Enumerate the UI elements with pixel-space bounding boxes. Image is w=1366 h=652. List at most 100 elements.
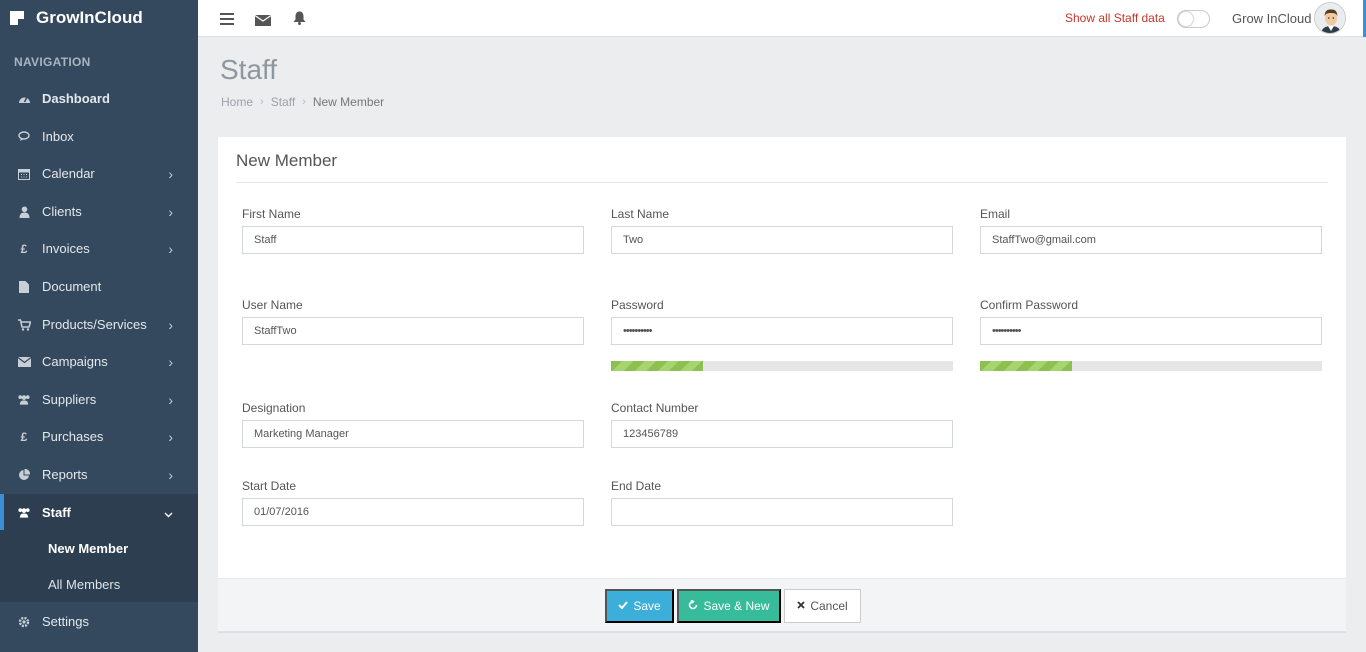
chevron-right-icon: › (168, 353, 173, 370)
user-name[interactable]: Grow InCloud (1232, 11, 1311, 26)
save-button-label: Save (633, 599, 661, 613)
chat-icon (17, 130, 31, 144)
bell-icon[interactable] (293, 11, 306, 30)
cancel-button[interactable]: Cancel (784, 589, 861, 623)
breadcrumb-staff[interactable]: Staff (271, 95, 295, 109)
sidebar: GrowInCloud NAVIGATION Dashboard Inbox C… (0, 0, 198, 652)
chevron-right-icon: › (168, 240, 173, 257)
password-field[interactable]: •••••••••• (611, 317, 953, 345)
sidebar-item-label: Purchases (42, 429, 104, 444)
end-date-label: End Date (611, 479, 662, 493)
sidebar-item-inbox[interactable]: Inbox (0, 118, 198, 155)
pie-chart-icon (17, 468, 31, 482)
breadcrumb: Home › Staff › New Member (221, 95, 384, 109)
start-date-label: Start Date (242, 479, 297, 493)
toggle-knob (1179, 12, 1193, 26)
email-label: Email (980, 207, 1011, 221)
menu-icon[interactable] (220, 12, 234, 30)
sidebar-subitem-all-members[interactable]: All Members (0, 566, 198, 602)
first-name-field[interactable]: Staff (242, 226, 584, 254)
sidebar-item-calendar[interactable]: Calendar › (0, 155, 198, 192)
pound-icon: £ (20, 241, 28, 256)
sidebar-item-label: Suppliers (42, 392, 97, 407)
save-button[interactable]: Save (605, 589, 674, 623)
confirm-password-strength-fill (980, 361, 1073, 371)
chevron-down-icon (164, 505, 173, 521)
form-actions: Save Save & New Cancel (218, 578, 1346, 631)
chevron-right-icon: › (168, 428, 173, 445)
dashboard-icon (17, 92, 31, 106)
sidebar-item-staff[interactable]: Staff (0, 494, 198, 531)
user-name-field[interactable]: StaffTwo (242, 317, 584, 345)
users-icon (17, 506, 31, 520)
first-name-label: First Name (242, 207, 301, 221)
card-title: New Member (236, 151, 338, 170)
confirm-password-label: Confirm Password (980, 298, 1079, 312)
sidebar-subitem-new-member[interactable]: New Member (0, 530, 198, 566)
sidebar-item-suppliers[interactable]: Suppliers › (0, 381, 198, 418)
sidebar-item-clients[interactable]: Clients › (0, 193, 198, 230)
user-icon (17, 205, 31, 219)
sidebar-item-settings[interactable]: Settings (0, 603, 198, 640)
users-icon (17, 393, 31, 407)
email-field[interactable]: StaffTwo@gmail.com (980, 226, 1322, 254)
contact-number-field[interactable]: 123456789 (611, 420, 953, 448)
designation-field[interactable]: Marketing Manager (242, 420, 584, 448)
sidebar-item-label: Document (42, 279, 102, 294)
avatar[interactable] (1314, 2, 1346, 34)
topbar: Show all Staff data Grow InCloud (198, 0, 1366, 37)
check-icon (618, 600, 629, 612)
sidebar-item-invoices[interactable]: £ Invoices › (0, 230, 198, 267)
chevron-right-icon: › (168, 203, 173, 220)
end-date-field[interactable] (611, 498, 953, 526)
envelope-icon[interactable] (254, 13, 272, 31)
user-name-label: User Name (242, 298, 303, 312)
confirm-password-field[interactable]: •••••••••• (980, 317, 1322, 345)
start-date-field[interactable]: 01/07/2016 (242, 498, 584, 526)
document-icon (17, 280, 31, 294)
sidebar-item-label: Campaigns (42, 354, 108, 369)
breadcrumb-home[interactable]: Home (221, 95, 253, 109)
cancel-button-label: Cancel (810, 599, 848, 613)
sidebar-item-label: Clients (42, 204, 82, 219)
chevron-right-icon: › (168, 316, 173, 333)
save-and-new-button[interactable]: Save & New (677, 589, 781, 623)
password-strength-meter (611, 361, 953, 371)
last-name-label: Last Name (611, 207, 670, 221)
sidebar-item-label: Inbox (42, 129, 74, 144)
gear-icon (17, 615, 31, 629)
pound-icon: £ (20, 429, 28, 444)
brand-name: GrowInCloud (36, 8, 143, 27)
brand-logo-icon (10, 11, 24, 25)
sidebar-item-purchases[interactable]: £ Purchases › (0, 418, 198, 455)
brand[interactable]: GrowInCloud (0, 0, 198, 36)
chevron-right-icon: › (168, 165, 173, 182)
refresh-icon (688, 598, 698, 613)
sidebar-item-label: Staff (42, 505, 71, 520)
save-and-new-button-label: Save & New (703, 599, 770, 613)
staff-submenu: New Member All Members (0, 530, 198, 602)
chevron-right-icon: › (168, 391, 173, 408)
sidebar-item-reports[interactable]: Reports › (0, 456, 198, 493)
sidebar-item-products-services[interactable]: Products/Services › (0, 306, 198, 343)
sidebar-item-document[interactable]: Document (0, 268, 198, 305)
cart-icon (17, 318, 31, 332)
card-divider (236, 182, 1328, 183)
last-name-field[interactable]: Two (611, 226, 953, 254)
password-strength-fill (611, 361, 704, 371)
sidebar-item-label: Invoices (42, 241, 90, 256)
confirm-password-strength-meter (980, 361, 1322, 371)
sidebar-item-dashboard[interactable]: Dashboard (0, 80, 198, 117)
sidebar-item-label: Reports (42, 467, 88, 482)
close-icon (797, 600, 805, 612)
sidebar-item-label: Settings (42, 614, 89, 629)
sidebar-item-label: Products/Services (42, 317, 147, 332)
new-member-card: New Member First Name Staff Last Name Tw… (218, 137, 1346, 633)
sidebar-item-label: Dashboard (42, 91, 110, 106)
show-staff-data-label: Show all Staff data (1065, 11, 1165, 25)
page-title: Staff (220, 54, 278, 85)
breadcrumb-separator-icon: › (302, 96, 306, 108)
sidebar-item-label: Calendar (42, 166, 95, 181)
sidebar-item-campaigns[interactable]: Campaigns › (0, 343, 198, 380)
show-staff-data-toggle[interactable] (1177, 10, 1210, 28)
